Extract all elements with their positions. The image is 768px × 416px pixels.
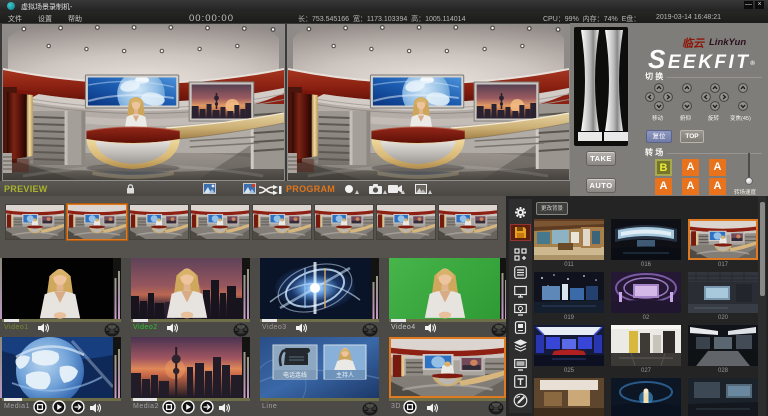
- svg-text:电话连线: 电话连线: [283, 371, 307, 379]
- svg-text:主持人: 主持人: [336, 371, 354, 379]
